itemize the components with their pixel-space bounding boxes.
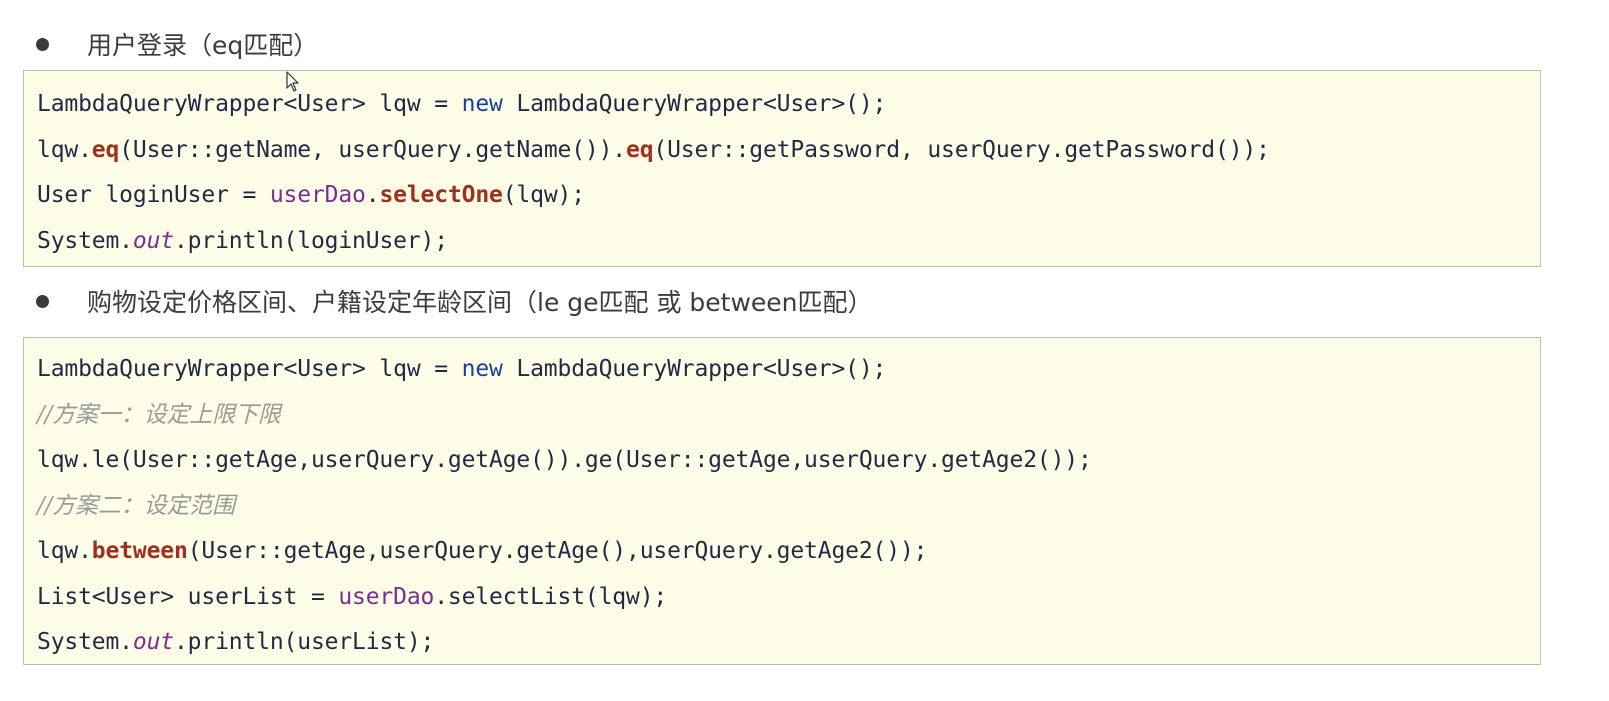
code-token-plain: (User::getAge,userQuery.getAge(),userQue… xyxy=(187,538,928,564)
code-token-field: userDao xyxy=(338,583,435,610)
code-token-plain: List<User> userList = xyxy=(37,583,339,610)
section-heading-text: 购物设定价格区间、户籍设定年龄区间（le ge匹配 或 between匹配） xyxy=(87,288,873,317)
code-token-plain: lqw. xyxy=(37,538,92,564)
code-token-kw: new xyxy=(461,91,503,117)
code-token-plain: LambdaQueryWrapper<User> lqw = xyxy=(37,91,462,117)
code-line: LambdaQueryWrapper<User> lqw = new Lambd… xyxy=(37,82,1540,128)
code-token-field: userDao xyxy=(269,182,366,208)
code-line: lqw.eq(User::getName, userQuery.getName(… xyxy=(37,128,1540,174)
code-token-plain: .println(userList); xyxy=(173,629,435,655)
code-token-plain: lqw.le(User::getAge,userQuery.getAge()).… xyxy=(37,447,1092,473)
code-token-plain: System. xyxy=(37,629,133,655)
code-token-plain: (User::getName, userQuery.getName()). xyxy=(119,136,626,163)
code-line: LambdaQueryWrapper<User> lqw = new Lambd… xyxy=(37,347,1540,393)
code-token-plain: .selectList(lqw); xyxy=(434,583,668,610)
code-token-plain: .println(loginUser); xyxy=(173,227,448,254)
code-token-plain: lqw. xyxy=(37,136,92,163)
mouse-pointer-icon xyxy=(286,71,299,92)
code-token-static: out xyxy=(132,629,174,655)
section-heading-login: 用户登录（eq匹配） xyxy=(36,24,318,64)
code-token-plain: LambdaQueryWrapper<User>(); xyxy=(502,91,887,117)
section-heading-range: 购物设定价格区间、户籍设定年龄区间（le ge匹配 或 between匹配） xyxy=(36,281,873,321)
code-token-plain: LambdaQueryWrapper<User>(); xyxy=(502,356,887,382)
code-token-plain: (lqw); xyxy=(502,182,585,208)
code-line: System.out.println(loginUser); xyxy=(37,219,1540,265)
code-line: List<User> userList = userDao.selectList… xyxy=(37,575,1540,621)
bullet-icon xyxy=(36,37,49,51)
code-line: User loginUser = userDao.selectOne(lqw); xyxy=(37,173,1540,219)
code-token-plain: System. xyxy=(37,227,133,254)
code-token-kw: new xyxy=(461,356,503,382)
section-heading-text: 用户登录（eq匹配） xyxy=(87,31,319,60)
bullet-icon xyxy=(36,294,49,308)
code-line: System.out.println(userList); xyxy=(37,620,1540,666)
code-token-method: eq xyxy=(91,136,120,163)
code-line: lqw.le(User::getAge,userQuery.getAge()).… xyxy=(37,438,1540,484)
code-token-plain: User loginUser = xyxy=(37,182,270,208)
code-token-plain: . xyxy=(365,182,380,208)
code-token-plain: LambdaQueryWrapper<User> lqw = xyxy=(37,356,462,382)
code-token-static: out xyxy=(132,227,174,254)
code-line: //方案一：设定上限下限 xyxy=(37,393,1540,439)
code-line: //方案二：设定范围 xyxy=(37,484,1540,530)
code-token-comment: //方案二：设定范围 xyxy=(37,492,235,519)
code-token-method: between xyxy=(91,538,188,564)
code-block-range: LambdaQueryWrapper<User> lqw = new Lambd… xyxy=(23,337,1541,665)
code-token-method: eq xyxy=(626,136,654,163)
code-token-method: selectOne xyxy=(379,182,503,208)
code-block-login: LambdaQueryWrapper<User> lqw = new Lambd… xyxy=(23,70,1541,267)
code-line: lqw.between(User::getAge,userQuery.getAg… xyxy=(37,529,1540,575)
code-token-plain: (User::getPassword, userQuery.getPasswor… xyxy=(653,136,1270,163)
code-token-comment: //方案一：设定上限下限 xyxy=(37,401,281,428)
